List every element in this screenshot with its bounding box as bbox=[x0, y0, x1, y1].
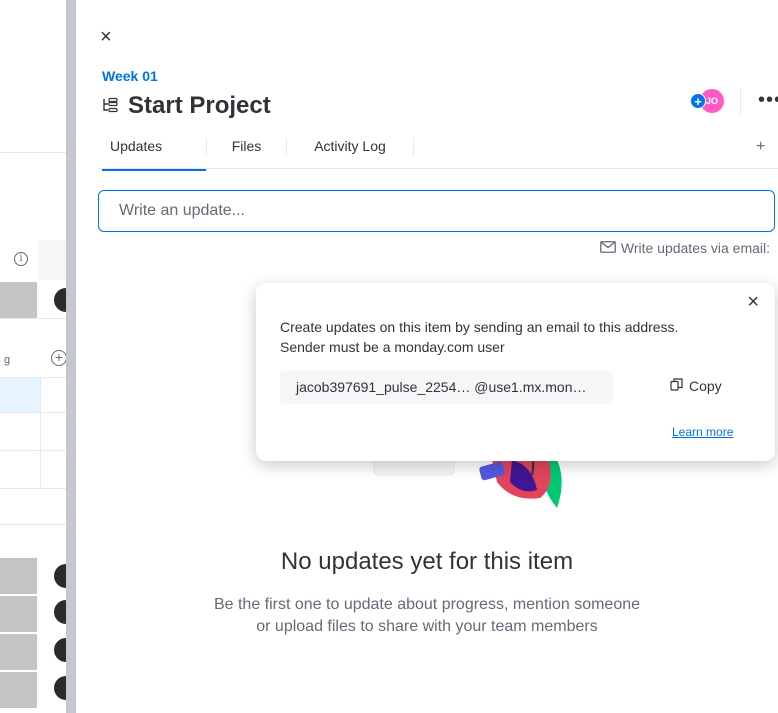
subscribers[interactable]: + JO bbox=[690, 89, 726, 113]
empty-state-subtitle-line: Be the first one to update about progres… bbox=[213, 596, 641, 613]
add-column-icon[interactable]: + bbox=[51, 350, 66, 366]
add-tab-icon[interactable]: + bbox=[756, 138, 765, 156]
item-panel: × Week 01 Start Project + JO ••• Updates… bbox=[76, 0, 778, 713]
board-row-divider bbox=[0, 318, 66, 319]
close-icon[interactable]: × bbox=[100, 27, 118, 47]
board-row-divider bbox=[0, 524, 66, 525]
board-column-divider bbox=[40, 378, 41, 488]
board-cell[interactable] bbox=[0, 596, 37, 632]
tab-files[interactable]: Files bbox=[206, 138, 286, 156]
board-row-divider bbox=[0, 152, 66, 153]
write-via-email-link[interactable]: Write updates via email: bbox=[599, 240, 770, 256]
person-avatar-icon[interactable] bbox=[54, 638, 66, 662]
popup-description: Create updates on this item by sending a… bbox=[280, 317, 720, 357]
popup-description-line: Sender must be a monday.com user bbox=[280, 339, 505, 355]
copy-button[interactable]: Copy bbox=[670, 378, 722, 394]
tab-activity-log[interactable]: Activity Log bbox=[286, 138, 414, 156]
empty-state-title: No updates yet for this item bbox=[280, 548, 574, 575]
write-update-input[interactable]: Write an update... bbox=[98, 190, 775, 232]
email-updates-popup: × Create updates on this item by sending… bbox=[256, 283, 775, 461]
board-background: i g + bbox=[0, 0, 66, 713]
close-icon[interactable]: × bbox=[747, 291, 759, 314]
board-cell[interactable] bbox=[0, 558, 37, 594]
info-icon[interactable]: i bbox=[14, 252, 28, 266]
item-title[interactable]: Start Project bbox=[128, 92, 271, 120]
empty-state-subtitle: Be the first one to update about progres… bbox=[76, 594, 778, 638]
copy-icon bbox=[670, 378, 683, 394]
person-avatar-icon[interactable] bbox=[54, 288, 66, 312]
person-avatar-icon[interactable] bbox=[54, 676, 66, 700]
board-row-divider bbox=[0, 412, 66, 413]
board-row-divider bbox=[0, 450, 66, 451]
item-title-row: Start Project bbox=[102, 92, 271, 120]
board-column-header bbox=[38, 240, 66, 280]
empty-state-subtitle-line: or upload files to share with your team … bbox=[256, 618, 598, 635]
header-separator bbox=[740, 88, 741, 114]
person-avatar-icon[interactable] bbox=[54, 600, 66, 624]
email-address-field[interactable]: jacob397691_pulse_2254… @use1.mx.mon… bbox=[280, 371, 613, 404]
tab-updates[interactable]: Updates bbox=[102, 138, 206, 171]
board-cell[interactable] bbox=[0, 282, 37, 318]
learn-more-link[interactable]: Learn more bbox=[672, 425, 733, 439]
board-cell[interactable] bbox=[0, 672, 37, 708]
board-cell[interactable] bbox=[0, 634, 37, 670]
tab-divider bbox=[98, 168, 778, 169]
board-row-divider bbox=[0, 488, 66, 489]
write-via-email-label: Write updates via email: bbox=[620, 240, 770, 256]
popup-description-line: Create updates on this item by sending a… bbox=[280, 319, 679, 335]
panel-resize-handle[interactable] bbox=[66, 0, 76, 713]
tab-bar: Updates Files Activity Log bbox=[102, 138, 414, 171]
envelope-icon bbox=[599, 240, 616, 256]
copy-label: Copy bbox=[689, 378, 722, 394]
add-subscriber-icon[interactable]: + bbox=[690, 93, 706, 109]
more-options-icon[interactable]: ••• bbox=[758, 90, 778, 110]
subitems-icon bbox=[102, 97, 120, 115]
board-cell-selected[interactable] bbox=[0, 378, 40, 412]
breadcrumb[interactable]: Week 01 bbox=[102, 68, 158, 84]
board-cell-text: g bbox=[4, 354, 11, 366]
person-avatar-icon[interactable] bbox=[54, 564, 66, 588]
